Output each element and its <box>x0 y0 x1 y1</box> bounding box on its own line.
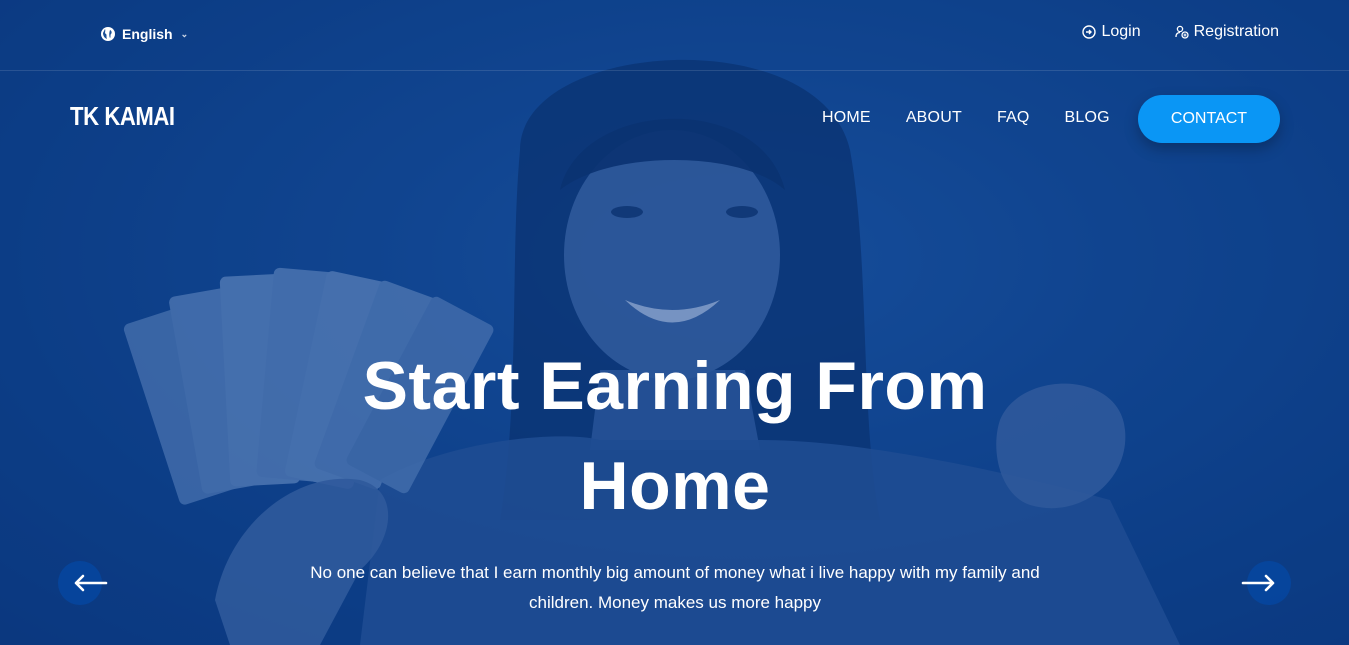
login-label: Login <box>1101 23 1141 40</box>
hero-subtitle-line2: children. Money makes us more happy <box>529 593 821 612</box>
top-bar: English ⌄ Login Registration <box>0 0 1349 71</box>
language-label: English <box>122 26 173 42</box>
arrow-right-icon <box>1241 574 1275 592</box>
user-add-icon <box>1174 25 1189 39</box>
site-logo[interactable]: TK KAMAI <box>70 101 175 132</box>
nav-home[interactable]: HOME <box>822 109 871 127</box>
auth-links: Login Registration <box>1082 23 1279 41</box>
globe-icon <box>101 27 115 41</box>
hero-headline-line2: Home <box>579 448 771 524</box>
nav-about[interactable]: ABOUT <box>906 109 962 127</box>
arrow-left-icon <box>74 574 108 592</box>
language-selector[interactable]: English ⌄ <box>100 26 188 42</box>
login-link[interactable]: Login <box>1082 23 1141 41</box>
registration-label: Registration <box>1193 23 1279 40</box>
hero-headline-line1: Start Earning From <box>362 348 988 424</box>
nav-blog[interactable]: BLOG <box>1065 109 1110 127</box>
hero-subtitle-line1: No one can believe that I earn monthly b… <box>310 563 1040 582</box>
hero-overlay <box>0 0 1349 645</box>
next-slide-button[interactable] <box>1241 561 1291 605</box>
registration-link[interactable]: Registration <box>1174 23 1279 41</box>
nav-faq[interactable]: FAQ <box>997 109 1030 127</box>
main-nav: HOME ABOUT FAQ BLOG <box>822 109 1110 127</box>
hero-headline: Start Earning From Home <box>270 336 1080 536</box>
login-icon <box>1082 25 1097 39</box>
hero-subtitle: No one can believe that I earn monthly b… <box>270 558 1080 618</box>
contact-button[interactable]: CONTACT <box>1138 95 1280 143</box>
chevron-down-icon: ⌄ <box>180 28 189 39</box>
hero-section <box>0 0 1349 645</box>
prev-slide-button[interactable] <box>58 561 108 605</box>
